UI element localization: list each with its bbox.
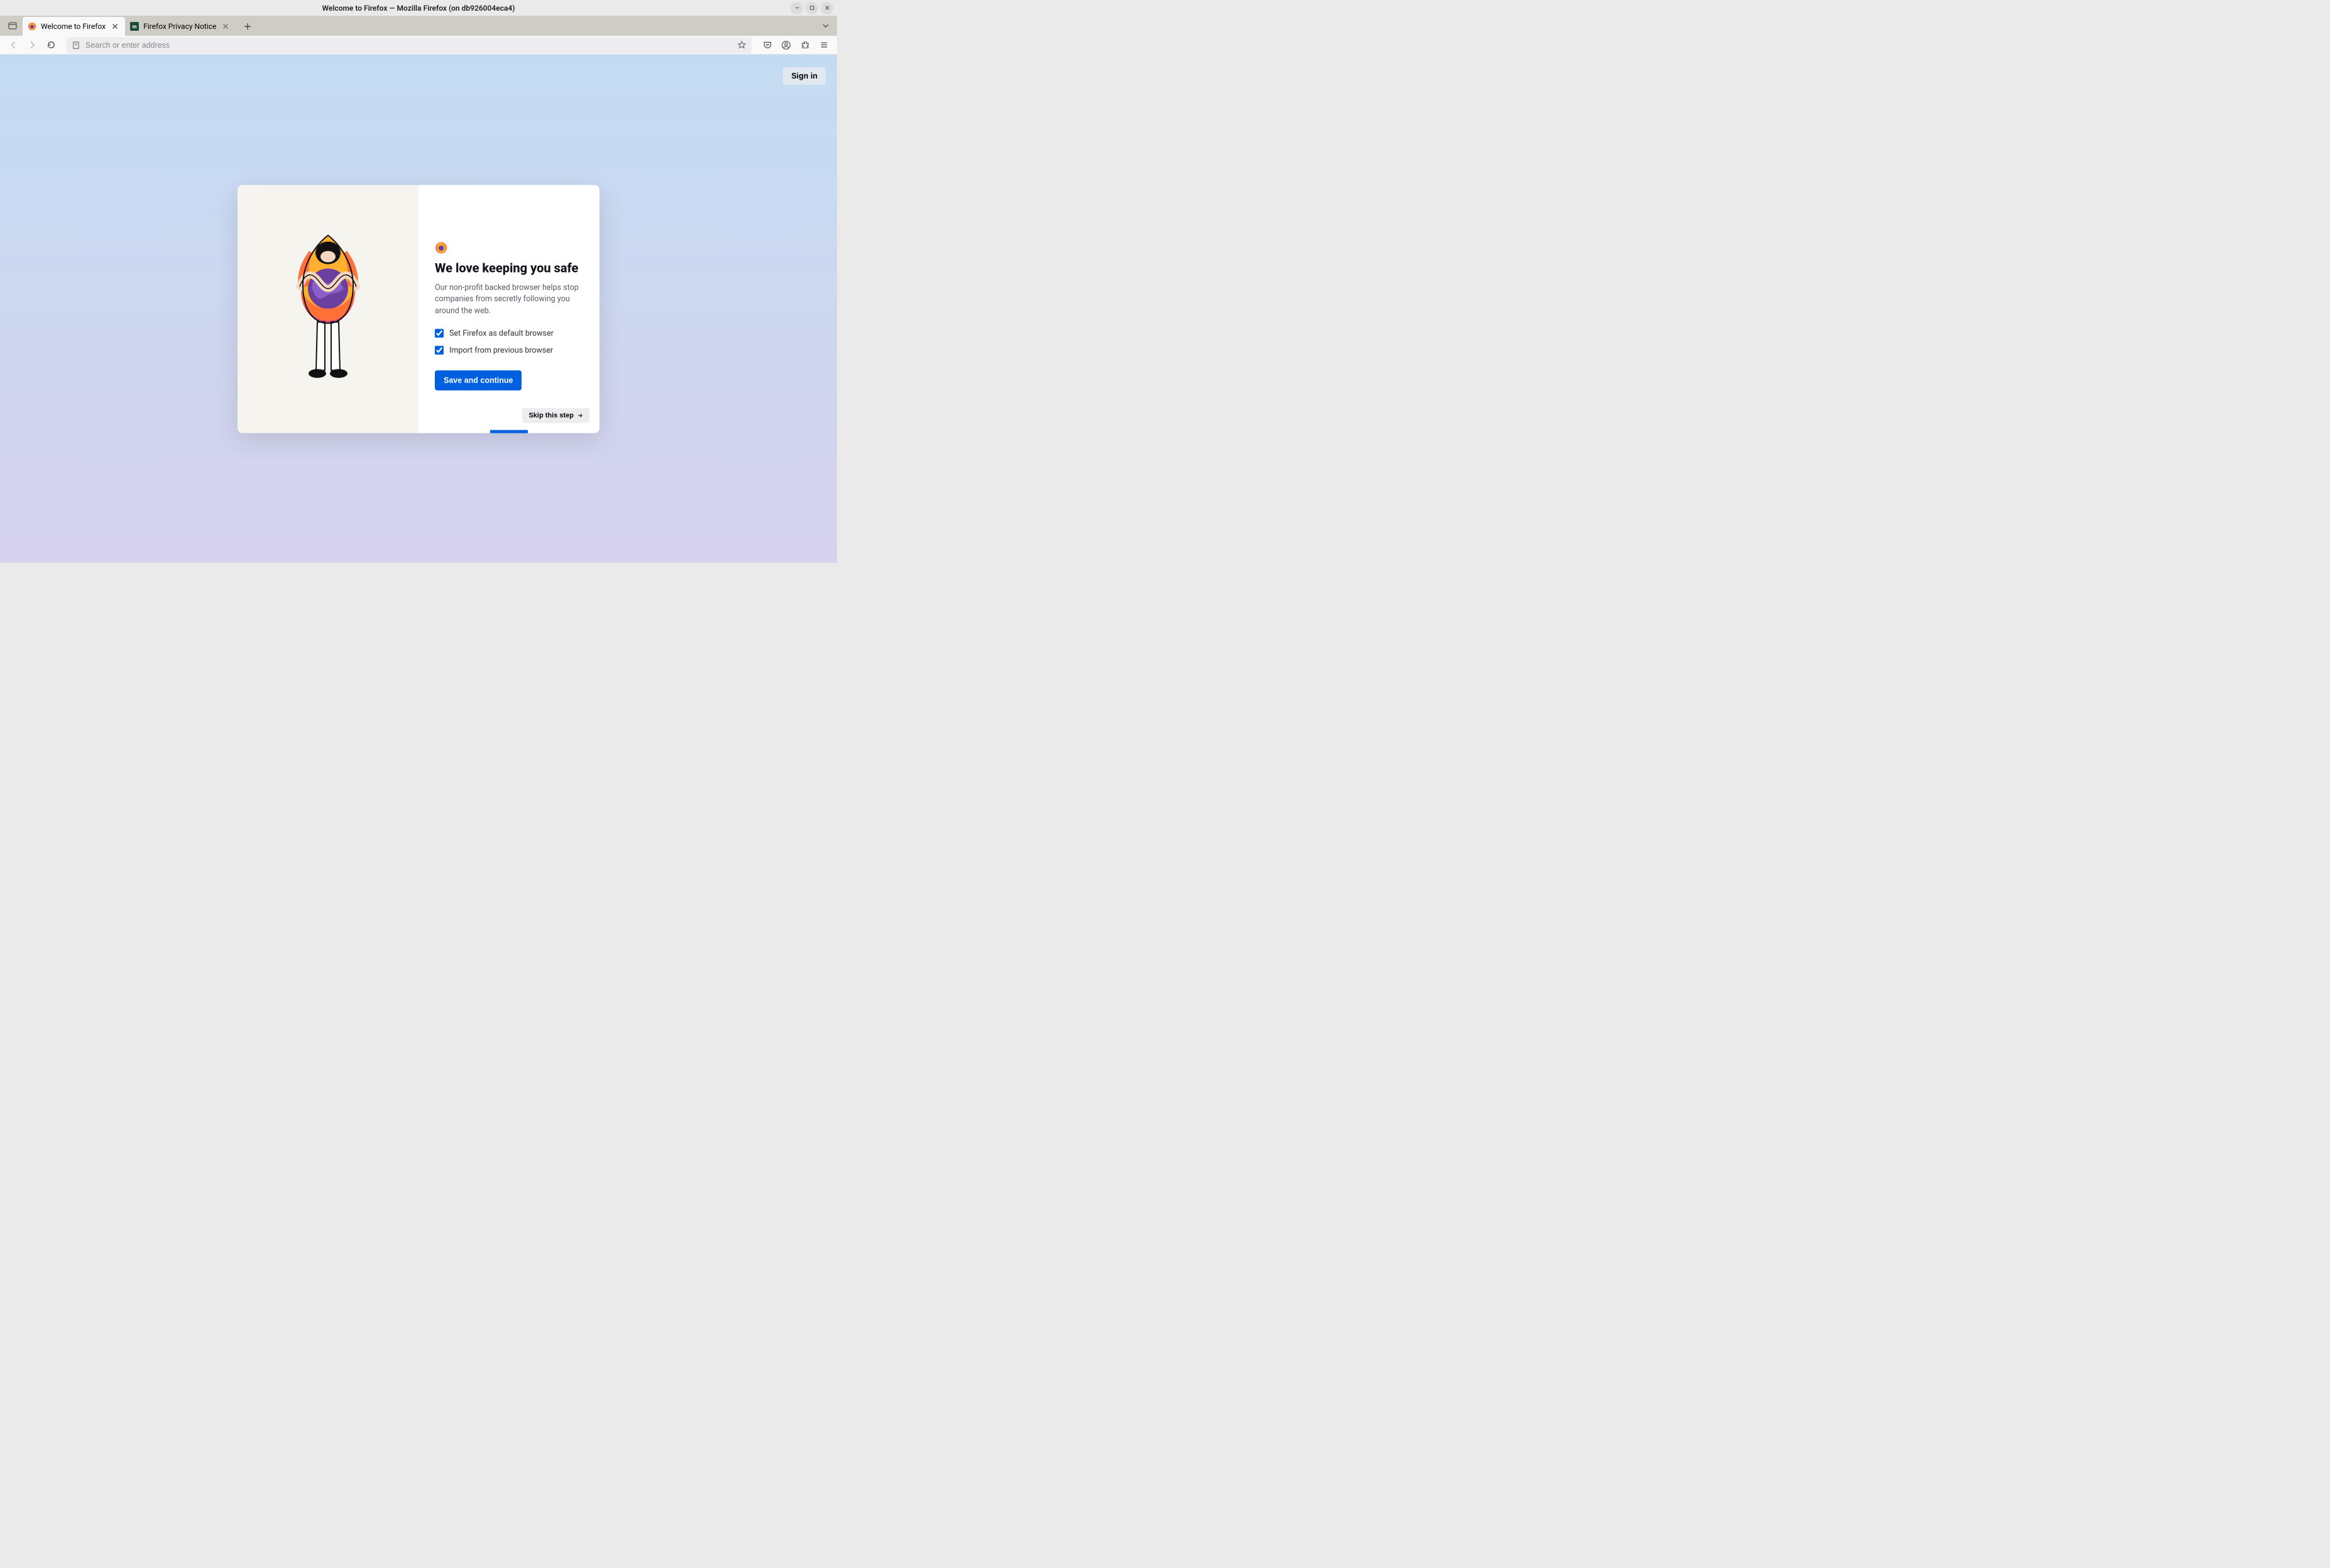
checkbox-default-browser[interactable]: Set Firefox as default browser: [435, 329, 583, 338]
minimize-button[interactable]: [790, 2, 803, 14]
illustration-panel: [238, 185, 418, 433]
new-tab-button[interactable]: [239, 18, 256, 35]
onboarding-body: Our non-profit backed browser helps stop…: [435, 282, 583, 317]
tab-strip: Welcome to Firefox m Firefox Privacy Not…: [0, 16, 837, 36]
onboarding-card: We love keeping you safe Our non-profit …: [238, 185, 599, 433]
checkbox-label: Set Firefox as default browser: [449, 329, 554, 338]
firefox-hug-illustration-icon: [275, 229, 381, 389]
pocket-button[interactable]: [759, 37, 775, 53]
forward-button[interactable]: [24, 37, 40, 53]
checkbox-import-browser-input[interactable]: [435, 346, 444, 355]
window-controls: [790, 2, 833, 14]
onboarding-content: We love keeping you safe Our non-profit …: [418, 185, 599, 433]
tab-welcome[interactable]: Welcome to Firefox: [23, 17, 125, 36]
window-titlebar: Welcome to Firefox — Mozilla Firefox (on…: [0, 0, 837, 16]
page-info-icon[interactable]: [72, 41, 80, 50]
onboarding-progress: [490, 430, 528, 433]
reload-button[interactable]: [43, 37, 59, 53]
firefox-favicon-icon: [28, 22, 36, 31]
list-all-tabs-button[interactable]: [819, 19, 832, 32]
url-bar[interactable]: [67, 37, 752, 53]
firefox-logo-icon: [435, 241, 447, 254]
mozilla-favicon-icon: m: [130, 22, 139, 31]
checkbox-import-browser[interactable]: Import from previous browser: [435, 346, 583, 355]
checkbox-default-browser-input[interactable]: [435, 329, 444, 338]
onboarding-title: We love keeping you safe: [435, 260, 583, 276]
extensions-button[interactable]: [797, 37, 813, 53]
tab-privacy-notice[interactable]: m Firefox Privacy Notice: [125, 17, 236, 36]
back-button[interactable]: [5, 37, 21, 53]
address-input[interactable]: [85, 41, 732, 50]
progress-step-1: [490, 430, 528, 433]
window-title: Welcome to Firefox — Mozilla Firefox (on…: [322, 4, 515, 13]
firefox-view-button[interactable]: [4, 18, 21, 34]
close-tab-button[interactable]: [110, 21, 120, 31]
skip-label: Skip this step: [528, 411, 574, 419]
skip-step-button[interactable]: Skip this step: [522, 408, 589, 423]
save-continue-button[interactable]: Save and continue: [435, 370, 522, 390]
app-menu-button[interactable]: [816, 37, 832, 53]
sign-in-button[interactable]: Sign in: [783, 67, 826, 85]
close-window-button[interactable]: [821, 2, 833, 14]
navigation-toolbar: [0, 36, 837, 55]
tab-label: Welcome to Firefox: [41, 22, 106, 31]
svg-text:m: m: [133, 24, 137, 30]
tab-label: Firefox Privacy Notice: [143, 22, 216, 31]
bookmark-star-icon[interactable]: [737, 40, 747, 50]
page-content: Sign in: [0, 55, 837, 563]
close-tab-button[interactable]: [221, 21, 231, 31]
checkbox-label: Import from previous browser: [449, 346, 553, 355]
arrow-right-icon: [577, 412, 583, 418]
maximize-button[interactable]: [806, 2, 818, 14]
account-button[interactable]: [778, 37, 794, 53]
